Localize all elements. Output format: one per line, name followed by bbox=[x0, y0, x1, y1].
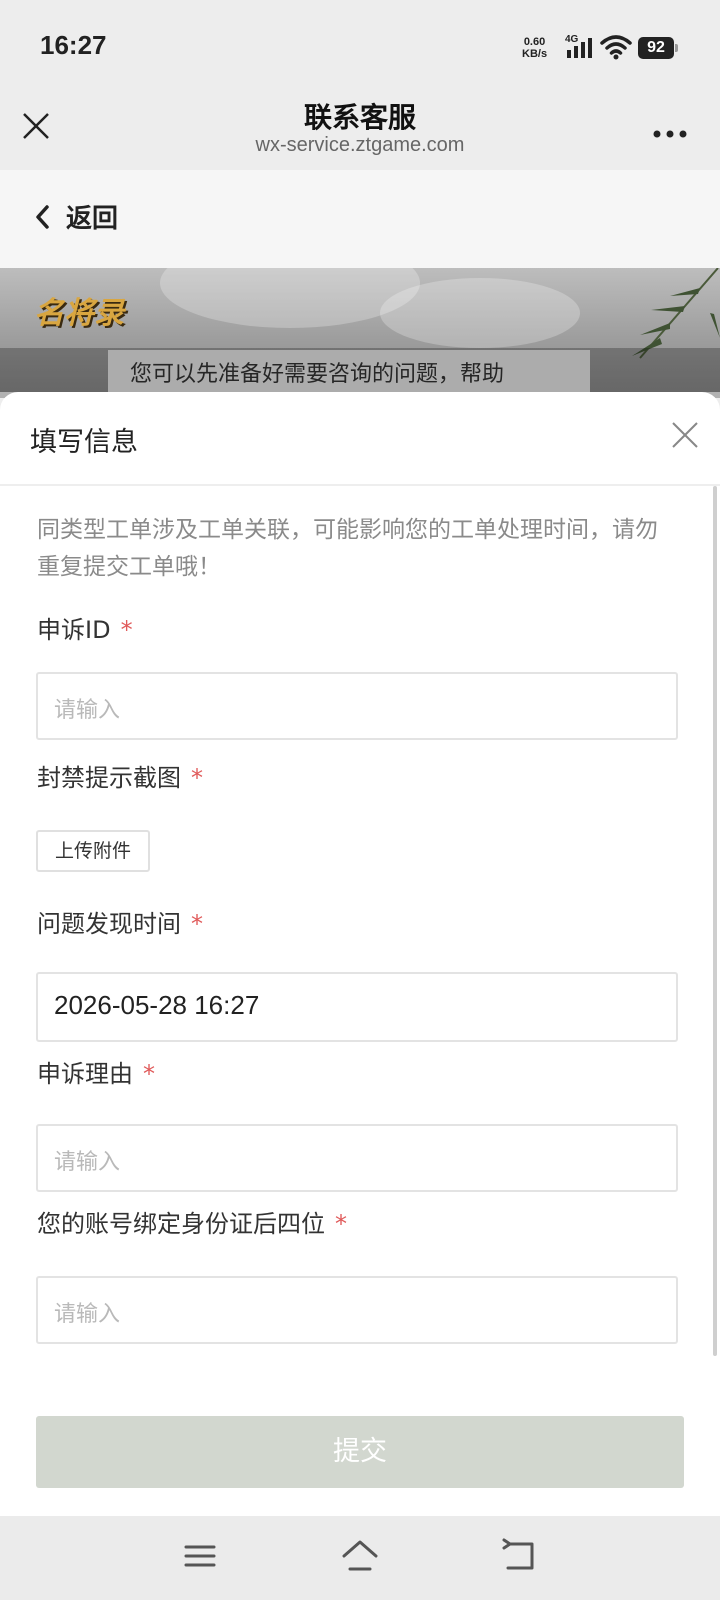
notice-text: 同类型工单涉及工单关联，可能影响您的工单处理时间，请勿重复提交工单哦！ bbox=[37, 517, 658, 580]
more-icon[interactable] bbox=[652, 124, 688, 138]
sheet-title: 填写信息 bbox=[30, 427, 138, 458]
required-mark: * bbox=[120, 616, 133, 644]
field-label-appeal-id: 申诉ID * bbox=[37, 610, 133, 645]
field-value: 2026-05-28 16:27 bbox=[54, 990, 260, 1020]
home-icon[interactable] bbox=[340, 1536, 380, 1576]
menu-icon[interactable] bbox=[180, 1536, 220, 1576]
status-bar: 16:27 0.60 KB/s 4G 92 bbox=[0, 0, 720, 88]
field-label-text: 封禁提示截图 bbox=[37, 764, 181, 792]
field-label-text: 申诉理由 bbox=[37, 1060, 133, 1088]
scrollbar[interactable] bbox=[713, 486, 717, 1356]
appeal-reason-input[interactable]: 请输入 bbox=[36, 1124, 678, 1192]
submit-button[interactable]: 提交 bbox=[36, 1416, 684, 1488]
browser-nav-bar: 联系客服 wx-service.ztgame.com bbox=[0, 88, 720, 170]
upload-attachment-button[interactable]: 上传附件 bbox=[36, 830, 150, 872]
field-label-id-last-four: 您的账号绑定身份证后四位 * bbox=[37, 1204, 347, 1239]
overlay-mask[interactable] bbox=[0, 348, 720, 398]
wifi-icon bbox=[600, 34, 632, 64]
network-type: 4G bbox=[565, 34, 579, 45]
placeholder-text: 请输入 bbox=[54, 698, 121, 723]
field-label-discovery-time: 问题发现时间 * bbox=[37, 904, 203, 939]
placeholder-text: 请输入 bbox=[54, 1150, 121, 1175]
required-mark: * bbox=[335, 1210, 347, 1238]
sheet-header: 填写信息 bbox=[0, 392, 720, 486]
battery-icon: 92 bbox=[638, 37, 678, 59]
signal-icon: 4G bbox=[565, 34, 595, 60]
field-label-appeal-reason: 申诉理由 * bbox=[37, 1054, 155, 1089]
back-bar[interactable]: 返回 bbox=[0, 170, 720, 268]
required-mark: * bbox=[191, 910, 203, 938]
close-icon[interactable] bbox=[670, 420, 700, 450]
status-time: 16:27 bbox=[40, 30, 107, 60]
field-label-text: 问题发现时间 bbox=[37, 910, 181, 938]
chevron-left-icon bbox=[34, 204, 50, 234]
id-last-four-input[interactable]: 请输入 bbox=[36, 1276, 678, 1344]
game-logo: 名将录 bbox=[34, 296, 124, 331]
network-speed: 0.60 KB/s bbox=[522, 36, 547, 60]
back-label: 返回 bbox=[66, 204, 119, 234]
discovery-time-input[interactable]: 2026-05-28 16:27 bbox=[36, 972, 678, 1042]
field-label-text: 您的账号绑定身份证后四位 bbox=[37, 1210, 325, 1238]
battery-level: 92 bbox=[638, 37, 674, 59]
appeal-id-input[interactable]: 请输入 bbox=[36, 672, 678, 740]
required-mark: * bbox=[143, 1060, 155, 1088]
network-speed-unit: KB/s bbox=[522, 48, 548, 60]
network-speed-value: 0.60 bbox=[523, 36, 546, 48]
field-label-ban-screenshot: 封禁提示截图 * bbox=[37, 758, 203, 793]
form-sheet: 填写信息 同类型工单涉及工单关联，可能影响您的工单处理时间，请勿重复提交工单哦！… bbox=[0, 392, 720, 1516]
back-icon[interactable] bbox=[500, 1536, 540, 1576]
required-mark: * bbox=[191, 764, 203, 792]
page-url: wx-service.ztgame.com bbox=[255, 134, 465, 156]
placeholder-text: 请输入 bbox=[54, 1302, 121, 1327]
field-label-text: 申诉ID bbox=[37, 616, 111, 644]
system-nav-bar bbox=[0, 1516, 720, 1600]
page-title: 联系客服 bbox=[303, 101, 416, 134]
